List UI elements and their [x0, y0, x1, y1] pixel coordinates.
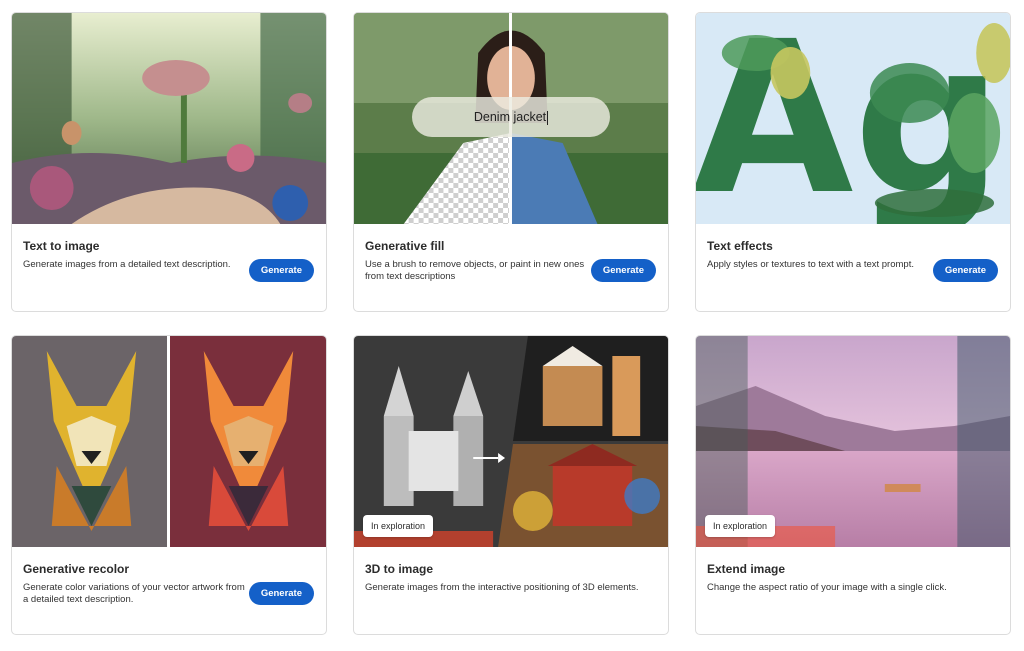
fantasy-garden-image — [12, 13, 326, 224]
in-exploration-badge: In exploration — [705, 515, 776, 537]
card-generative-recolor[interactable]: Generative recolor Generate color variat… — [11, 335, 327, 635]
generate-button[interactable]: Generate — [248, 582, 314, 605]
prompt-overlay: Denim jacket — [412, 97, 610, 137]
generate-button[interactable]: Generate — [590, 259, 656, 282]
card-description: Generate images from a detailed text des… — [23, 259, 231, 270]
card-extend-image[interactable]: In exploration Extend image Change the a… — [695, 335, 1011, 635]
card-generative-fill[interactable]: Denim jacket Generative fill Use a brush… — [353, 12, 669, 312]
card-description: Generate color variations of your vector… — [23, 582, 245, 605]
card-title: Extend image — [707, 562, 786, 576]
recolored-dog-illustration — [12, 336, 326, 547]
in-exploration-badge: In exploration — [363, 515, 434, 537]
leafy-letters-image: Ag — [696, 13, 1010, 224]
generative-fill-portrait-image: Denim jacket — [354, 13, 668, 224]
card-title: Generative fill — [365, 239, 445, 253]
generate-button[interactable]: Generate — [932, 259, 998, 282]
card-description: Apply styles or textures to text with a … — [707, 259, 914, 270]
card-3d-to-image[interactable]: In exploration 3D to image Generate imag… — [353, 335, 669, 635]
card-title: Text to image — [23, 239, 100, 253]
3d-castle-image: In exploration — [354, 336, 668, 547]
card-description: Change the aspect ratio of your image wi… — [707, 582, 947, 593]
card-title: 3D to image — [365, 562, 434, 576]
card-text-effects[interactable]: Ag Text effects Apply styles or textures… — [695, 12, 1011, 312]
generate-button[interactable]: Generate — [248, 259, 314, 282]
card-title: Generative recolor — [23, 562, 130, 576]
card-description: Use a brush to remove objects, or paint … — [365, 259, 585, 282]
extended-lake-landscape-image: In exploration — [696, 336, 1010, 547]
card-description: Generate images from the interactive pos… — [365, 582, 639, 593]
card-title: Text effects — [707, 239, 773, 253]
card-text-to-image[interactable]: Text to image Generate images from a det… — [11, 12, 327, 312]
